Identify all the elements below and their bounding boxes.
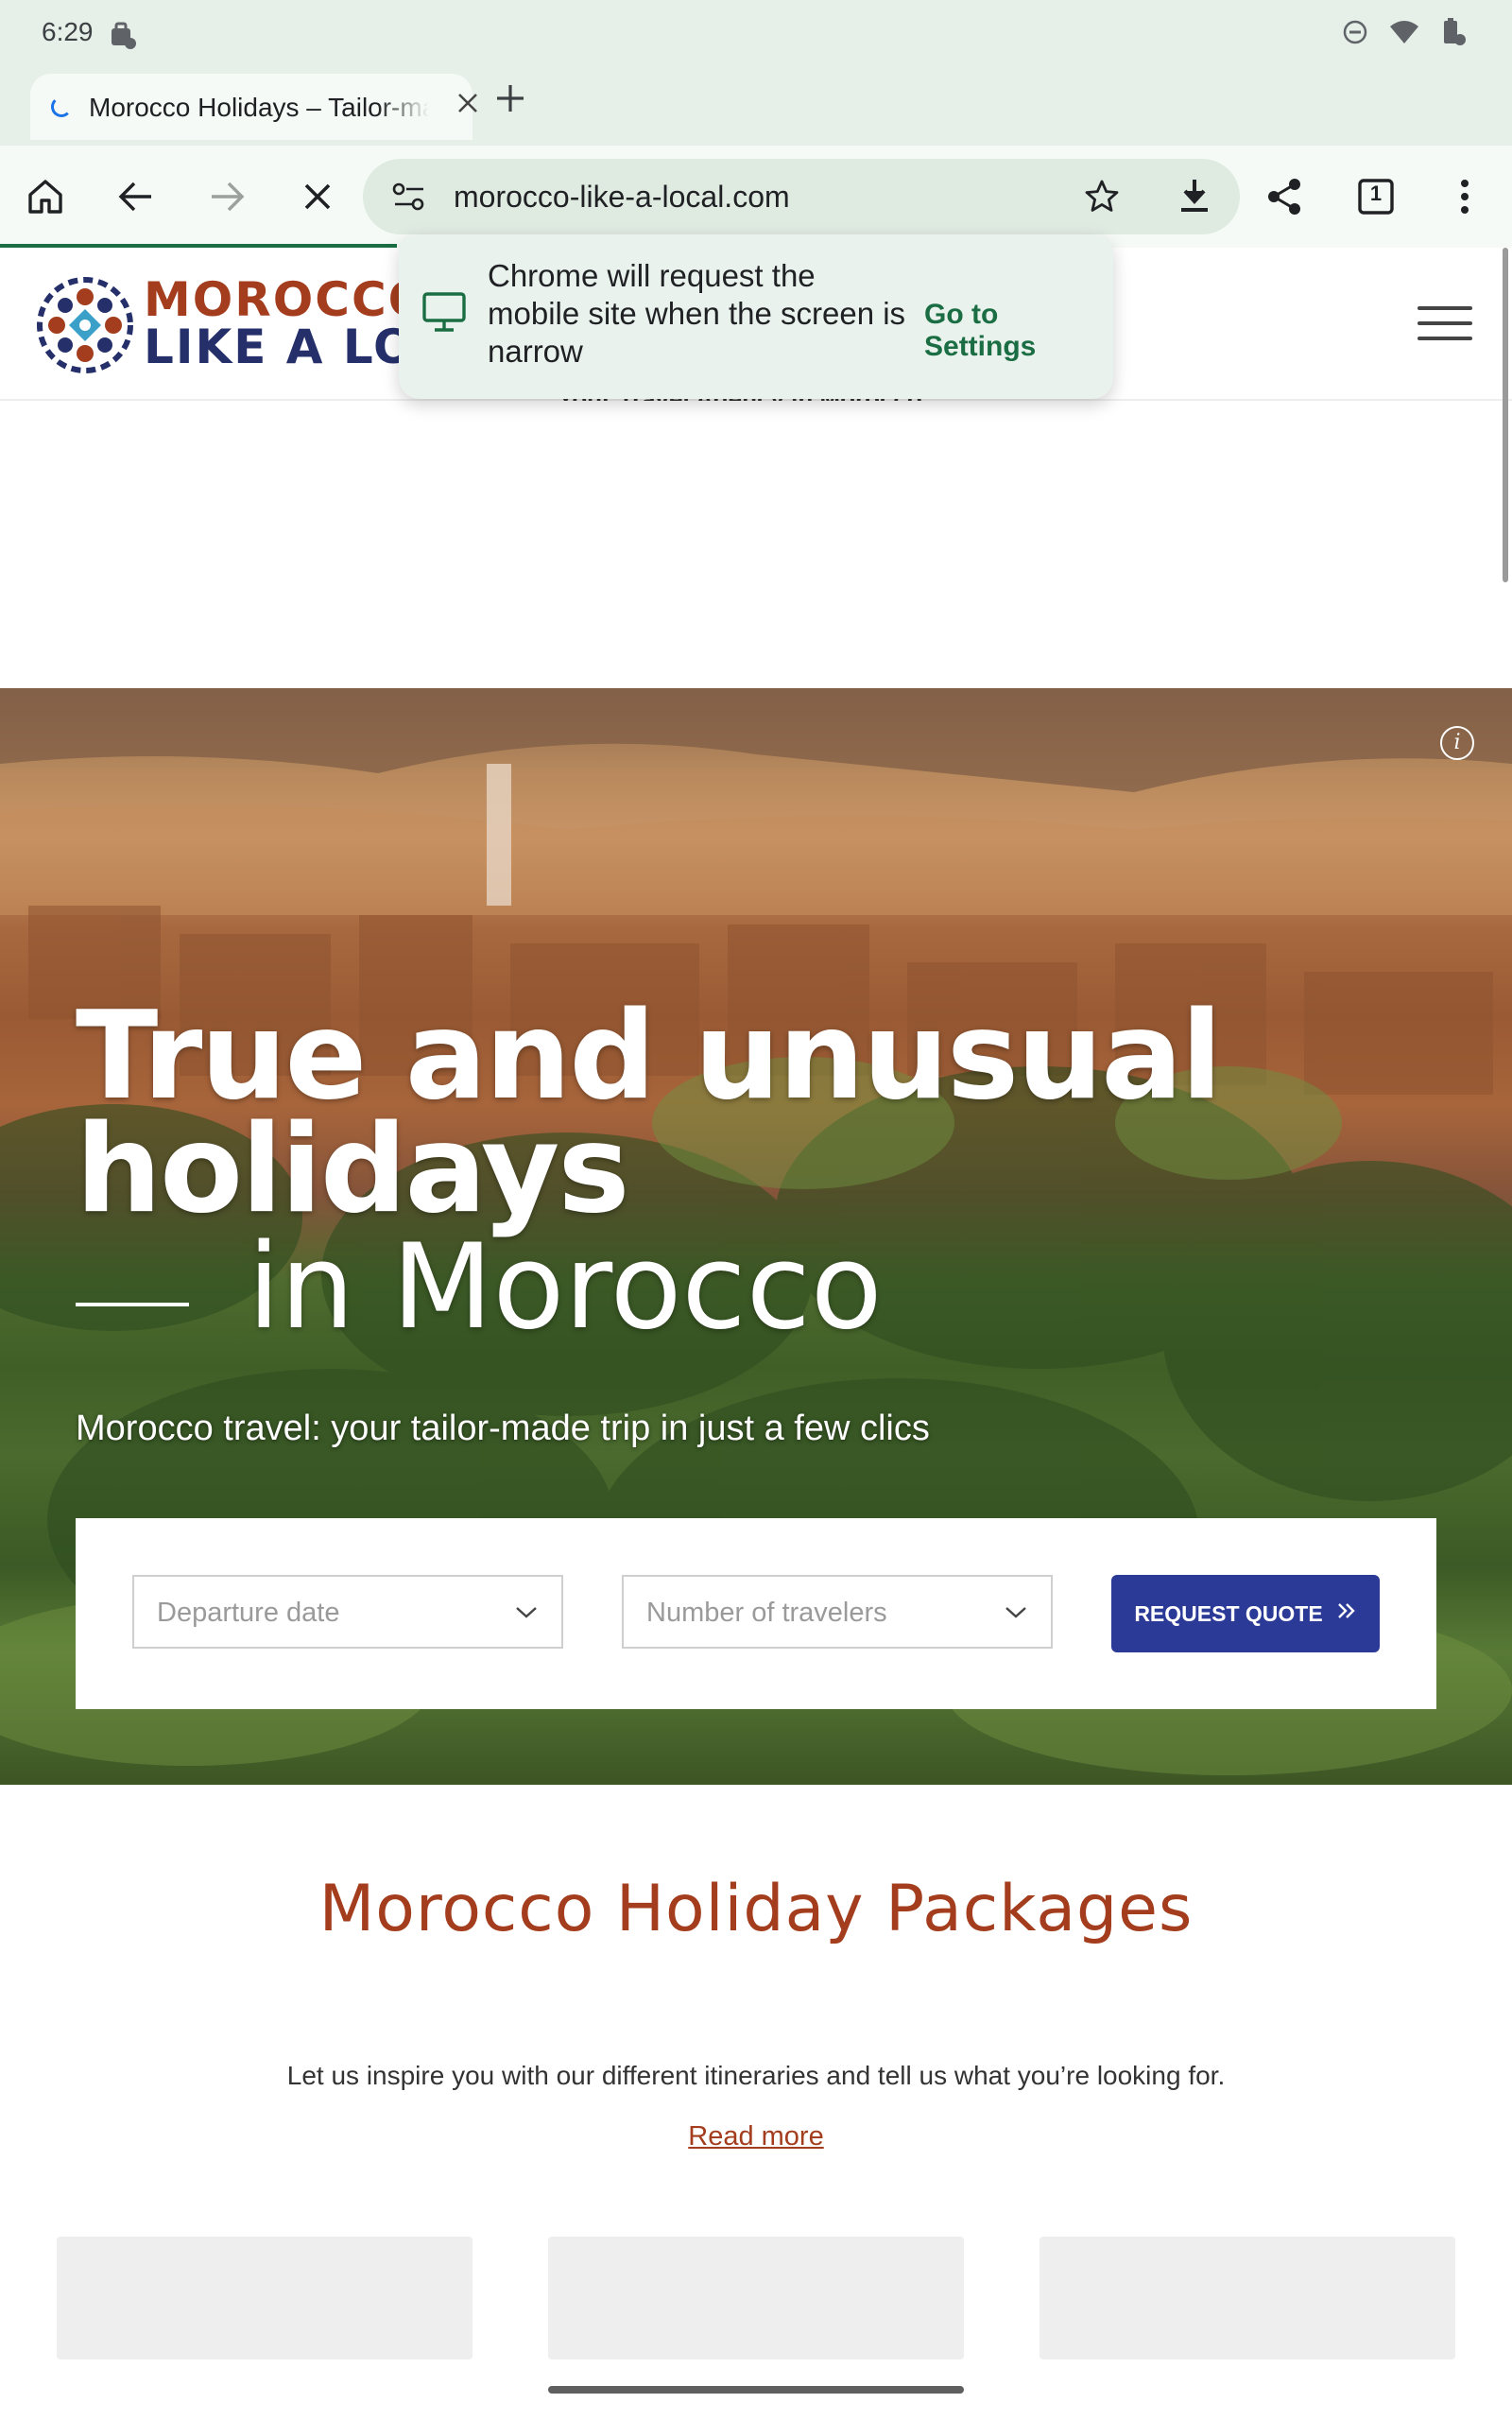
double-chevron-right-icon bbox=[1336, 1600, 1357, 1627]
tab-count: 1 bbox=[1369, 182, 1383, 205]
do-not-disturb-icon bbox=[1342, 19, 1368, 50]
stop-loading-icon[interactable] bbox=[293, 172, 342, 221]
logo-emblem-icon[interactable] bbox=[36, 276, 134, 379]
back-arrow-icon[interactable] bbox=[112, 172, 161, 221]
package-card[interactable] bbox=[548, 2237, 964, 2360]
packages-title: Morocco Holiday Packages bbox=[318, 1872, 1194, 1946]
hero-title-dash bbox=[76, 1303, 189, 1306]
home-icon[interactable] bbox=[21, 172, 70, 221]
tab-switcher-button[interactable]: 1 bbox=[1351, 172, 1400, 221]
tab-strip: Morocco Holidays – Tailor-made bbox=[0, 68, 1512, 146]
booking-form: Departure date Number of travelers REQUE… bbox=[76, 1518, 1436, 1709]
mobile-site-popup: Chrome will request the mobile site when… bbox=[399, 234, 1113, 399]
hero-section: i True and unusual holidays in Morocco M… bbox=[0, 688, 1512, 1785]
gesture-nav-handle[interactable] bbox=[548, 2386, 964, 2394]
browser-tab[interactable]: Morocco Holidays – Tailor-made bbox=[30, 74, 477, 140]
go-to-settings-button[interactable]: Go to Settings bbox=[924, 299, 1113, 363]
hero-subtitle: Morocco travel: your tailor-made trip in… bbox=[76, 1409, 930, 1448]
download-icon[interactable] bbox=[1170, 172, 1219, 221]
close-tab-icon[interactable] bbox=[454, 89, 482, 126]
status-time: 6:29 bbox=[42, 17, 94, 46]
share-icon[interactable] bbox=[1261, 172, 1310, 221]
wifi-icon bbox=[1389, 19, 1419, 50]
read-more-link[interactable]: Read more bbox=[688, 2121, 823, 2152]
status-bar: 6:29 bbox=[0, 0, 1512, 68]
request-quote-button[interactable]: REQUEST QUOTE bbox=[1111, 1575, 1380, 1652]
packages-description: Let us inspire you with our different it… bbox=[286, 2061, 1226, 2090]
address-bar[interactable]: morocco-like-a-local.com bbox=[363, 159, 1240, 234]
new-tab-button[interactable] bbox=[491, 79, 529, 128]
tab-title: Morocco Holidays – Tailor-made bbox=[89, 93, 429, 122]
loading-spinner-icon bbox=[51, 96, 72, 117]
departure-date-select[interactable]: Departure date bbox=[132, 1575, 563, 1649]
package-card[interactable] bbox=[1040, 2237, 1455, 2360]
forward-arrow-icon[interactable] bbox=[202, 172, 251, 221]
hero-title-line2: holidays bbox=[76, 1099, 629, 1240]
scrollbar[interactable] bbox=[1503, 248, 1508, 582]
request-quote-label: REQUEST QUOTE bbox=[1134, 1600, 1323, 1626]
browser-toolbar: morocco-like-a-local.com 1 bbox=[0, 146, 1512, 248]
hamburger-menu-icon[interactable] bbox=[1418, 306, 1472, 342]
hero-title-line1: True and unusual bbox=[76, 986, 1222, 1127]
chevron-down-icon bbox=[1002, 1598, 1030, 1631]
more-vert-icon[interactable] bbox=[1440, 172, 1489, 221]
hero-title-line3: in Morocco bbox=[248, 1219, 883, 1356]
battery-icon bbox=[1440, 17, 1467, 52]
work-profile-icon bbox=[110, 19, 136, 54]
info-icon[interactable]: i bbox=[1440, 726, 1474, 760]
star-icon[interactable] bbox=[1083, 178, 1121, 220]
travelers-select[interactable]: Number of travelers bbox=[622, 1575, 1053, 1649]
read-more-link-wrap: Read more bbox=[0, 2121, 1512, 2152]
package-card[interactable] bbox=[57, 2237, 472, 2360]
chevron-down-icon bbox=[512, 1598, 541, 1631]
travelers-placeholder: Number of travelers bbox=[646, 1598, 887, 1628]
desktop-icon bbox=[421, 291, 467, 337]
tune-icon[interactable] bbox=[391, 180, 427, 218]
departure-date-placeholder: Departure date bbox=[157, 1598, 340, 1628]
popup-message: Chrome will request the mobile site when… bbox=[488, 258, 906, 369]
url-text[interactable]: morocco-like-a-local.com bbox=[454, 180, 790, 215]
